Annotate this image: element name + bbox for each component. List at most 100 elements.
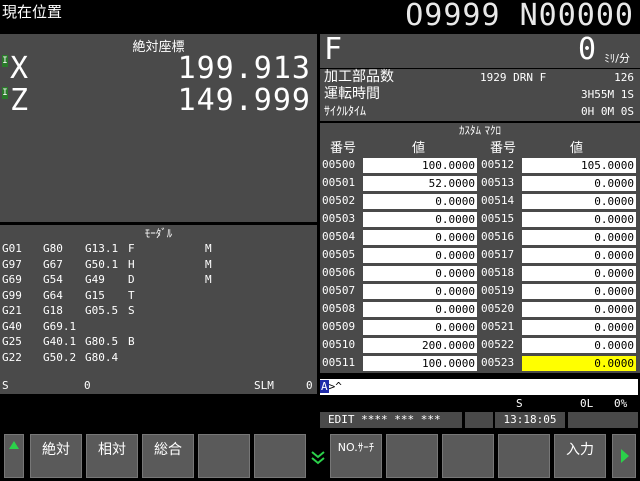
softkey-input-button[interactable]: 入力 <box>554 434 606 478</box>
macro-variable-value[interactable]: 52.0000 <box>363 176 477 191</box>
screen-title: 現在位置 <box>2 3 63 21</box>
macro-variable-number: 00507 <box>322 284 356 297</box>
modal-code: G22 <box>2 350 22 364</box>
macro-variable-value[interactable]: 0.0000 <box>522 320 636 335</box>
modal-code: G50.1 <box>85 257 119 271</box>
macro-variable-number: 00503 <box>322 212 356 225</box>
macro-variable-value[interactable]: 0.0000 <box>363 284 477 299</box>
macro-variable-number: 00515 <box>481 212 515 225</box>
macro-variable-value[interactable]: 100.0000 <box>363 158 477 173</box>
softkey-no-search-button[interactable]: NO.ｻｰﾁ <box>330 434 382 478</box>
softkey-blank-5[interactable] <box>498 434 550 478</box>
status-percent: 0% <box>614 397 628 410</box>
modal-code: F <box>128 242 135 255</box>
input-buffer: >^ <box>328 380 342 393</box>
modal-code: M <box>205 242 212 255</box>
softkey-blank-1[interactable] <box>198 434 250 478</box>
z-axis-value: 149.999 <box>177 83 311 118</box>
macro-variable-number: 00518 <box>481 266 515 279</box>
macro-variable-number: 00510 <box>322 338 356 351</box>
softkey-relative-button[interactable]: 相対 <box>86 434 138 478</box>
modal-code: D <box>128 273 135 286</box>
macro-variable-value[interactable]: 0.0000 <box>363 302 477 317</box>
modal-code: G50.2 <box>43 350 77 364</box>
cycle-time-label: ｻｲｸﾙﾀｲﾑ <box>324 104 367 118</box>
modal-code: G80.4 <box>85 350 119 364</box>
macro-variable-number: 00520 <box>481 302 515 315</box>
modal-code: G13.1 <box>85 242 119 255</box>
macro-variable-value[interactable]: 0.0000 <box>522 194 636 209</box>
macro-variable-value[interactable]: 0.0000 <box>522 230 636 245</box>
softkey-prev-button[interactable] <box>4 434 24 478</box>
modal-code: G18 <box>43 304 63 317</box>
modal-code: G69 <box>2 273 22 286</box>
x-axis-label: X <box>10 51 29 86</box>
macro-variable-value-selected[interactable]: 0.0000 <box>522 356 636 371</box>
z-axis-flag: I <box>2 87 8 99</box>
softkey-next-button[interactable] <box>612 434 636 478</box>
feedrate-panel: F 0 ﾐﾘ/分 <box>320 32 640 68</box>
softkey-all-button[interactable]: 総合 <box>142 434 194 478</box>
right-number-header: 番号 <box>490 141 517 156</box>
feedrate-letter: F <box>324 32 343 67</box>
modal-code: G40.1 <box>43 335 77 348</box>
left-number-header: 番号 <box>330 141 357 156</box>
macro-variable-value[interactable]: 0.0000 <box>522 302 636 317</box>
macro-variable-number: 00505 <box>322 248 356 261</box>
feedrate-unit: ﾐﾘ/分 <box>604 52 630 65</box>
parts-count-value: 126 <box>614 71 634 84</box>
macro-variable-value[interactable]: 0.0000 <box>363 248 477 263</box>
key-input-line[interactable]: A>^ <box>320 379 638 395</box>
modal-code: G99 <box>2 288 22 302</box>
macro-variable-number: 00514 <box>481 194 515 207</box>
mode-indicator: EDIT **** *** *** <box>320 412 462 428</box>
spindle-value: 0 <box>84 379 91 392</box>
macro-variable-number: 00511 <box>322 356 356 369</box>
macro-variable-number: 00516 <box>481 230 515 243</box>
status-l-value: 0L <box>580 397 594 410</box>
macro-variable-value[interactable]: 0.0000 <box>363 230 477 245</box>
macro-variable-value[interactable]: 0.0000 <box>363 266 477 281</box>
macro-variable-number: 00506 <box>322 266 356 279</box>
spindle-label: S <box>2 379 9 392</box>
modal-code: G54 <box>43 273 63 286</box>
status-blank <box>465 412 493 428</box>
modal-code: G49 <box>85 273 105 286</box>
modal-code: G21 <box>2 304 22 317</box>
custom-macro-panel: ｶｽﾀﾑ ﾏｸﾛ 番号 値 番号 値 00500 100.0000 00512 105… <box>320 123 640 373</box>
macro-variable-number: 00502 <box>322 194 356 207</box>
continue-menu-icon[interactable] <box>310 448 326 468</box>
modal-code: S <box>128 304 135 317</box>
modal-code: B <box>128 335 135 348</box>
macro-variable-value[interactable]: 0.0000 <box>363 212 477 227</box>
modal-code: G80 <box>43 242 63 255</box>
macro-variable-value[interactable]: 0.0000 <box>522 176 636 191</box>
macro-variable-value[interactable]: 0.0000 <box>522 212 636 227</box>
macro-variable-number: 00522 <box>481 338 515 351</box>
macro-variable-number: 00519 <box>481 284 515 297</box>
z-axis-label: Z <box>10 83 29 118</box>
custom-macro-title: ｶｽﾀﾑ ﾏｸﾛ <box>459 124 501 137</box>
softkey-blank-3[interactable] <box>386 434 438 478</box>
machining-info-panel: 加工部品数 1929 DRN F 126 運転時間 3H55M 1S ｻｲｸﾙﾀ… <box>320 69 640 121</box>
modal-code: G25 <box>2 335 22 348</box>
program-number: O9999 N00000 <box>405 0 634 33</box>
macro-variable-value[interactable]: 0.0000 <box>522 284 636 299</box>
macro-variable-value[interactable]: 0.0000 <box>522 266 636 281</box>
macro-variable-number: 00517 <box>481 248 515 261</box>
macro-variable-number: 00521 <box>481 320 515 333</box>
runtime-value: 3H55M 1S <box>581 88 634 101</box>
macro-variable-value[interactable]: 100.0000 <box>363 356 477 371</box>
macro-variable-value[interactable]: 105.0000 <box>522 158 636 173</box>
softkey-blank-4[interactable] <box>442 434 494 478</box>
macro-variable-value[interactable]: 0.0000 <box>522 248 636 263</box>
softkey-blank-2[interactable] <box>254 434 306 478</box>
macro-variable-value[interactable]: 0.0000 <box>363 320 477 335</box>
macro-variable-value[interactable]: 200.0000 <box>363 338 477 353</box>
macro-variable-number: 00513 <box>481 176 515 189</box>
softkey-absolute-button[interactable]: 絶対 <box>30 434 82 478</box>
macro-variable-value[interactable]: 0.0000 <box>522 338 636 353</box>
modal-code: G80.5 <box>85 335 119 348</box>
header-bar: 現在位置 O9999 N00000 <box>0 0 640 34</box>
macro-variable-value[interactable]: 0.0000 <box>363 194 477 209</box>
